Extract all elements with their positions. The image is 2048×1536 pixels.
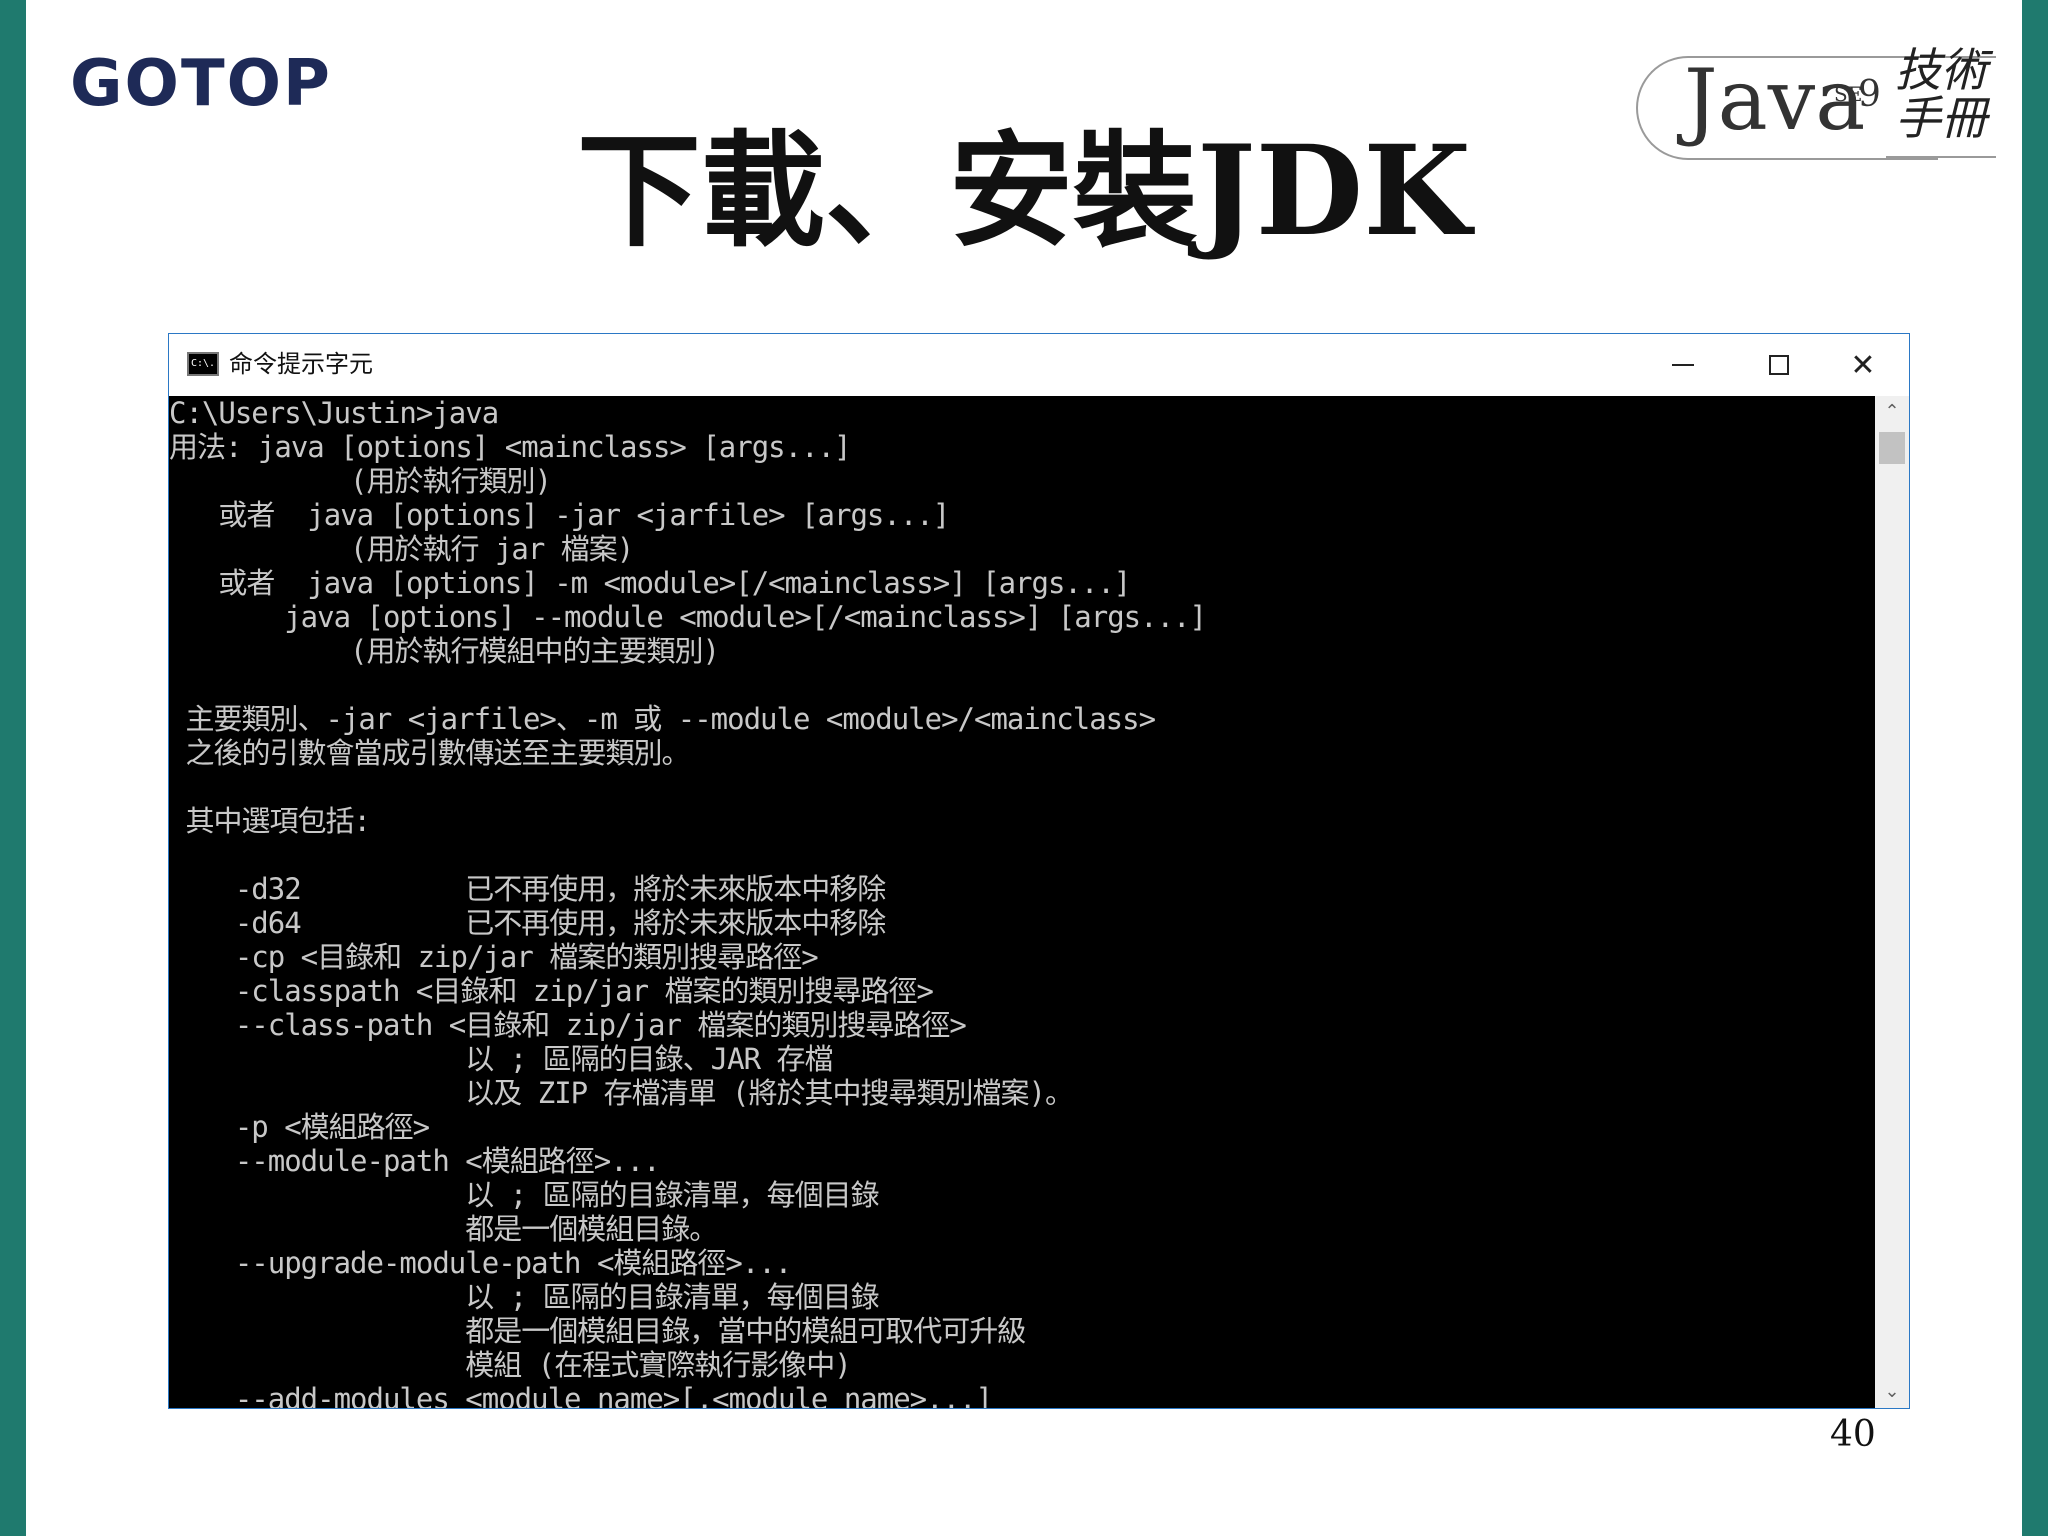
console-line: 用法: java [options] <mainclass> [args...] bbox=[169, 430, 851, 464]
console-line: --module-path <模組路徑>... bbox=[169, 1144, 661, 1178]
console-line: 都是一個模組目錄。 bbox=[169, 1212, 718, 1246]
console-line: 或者 java [options] -m <module>[/<mainclas… bbox=[169, 566, 1131, 600]
console-line: (用於執行類別) bbox=[169, 464, 552, 498]
console-line: --add-modules <module name>[,<module nam… bbox=[169, 1382, 993, 1408]
badge-brush-text: 技術手冊 bbox=[1895, 43, 1987, 145]
console-line: 模組 (在程式實際執行影像中) bbox=[169, 1348, 851, 1382]
console-line: -classpath <目錄和 zip/jar 檔案的類別搜尋路徑> bbox=[169, 974, 934, 1008]
scroll-down-icon[interactable]: ⌄ bbox=[1875, 1376, 1909, 1408]
vertical-scrollbar[interactable]: ⌃ ⌄ bbox=[1875, 396, 1909, 1408]
cmd-icon[interactable]: C:\. bbox=[187, 352, 219, 376]
console-line: 以 ; 區隔的目錄、JAR 存檔 bbox=[169, 1042, 833, 1076]
console-line: 以及 ZIP 存檔清單 (將於其中搜尋類別檔案)。 bbox=[169, 1076, 1074, 1110]
console-line: 主要類別、-jar <jarfile>、-m 或 --module <modul… bbox=[169, 702, 1156, 736]
console-line: 以 ; 區隔的目錄清單，每個目錄 bbox=[169, 1280, 879, 1314]
console-output[interactable]: C:\Users\Justin>java 用法: java [options] <… bbox=[169, 396, 1875, 1408]
window-titlebar[interactable]: C:\. 命令提示字元 ✕ bbox=[169, 334, 1909, 396]
minimize-icon bbox=[1672, 364, 1694, 366]
console-line: 之後的引數會當成引數傳送至主要類別。 bbox=[169, 736, 690, 770]
console-line: 或者 java [options] -jar <jarfile> [args..… bbox=[169, 498, 950, 532]
scroll-thumb[interactable] bbox=[1879, 432, 1905, 464]
window-title: 命令提示字元 bbox=[229, 350, 373, 378]
badge-version: 9 bbox=[1858, 74, 1881, 115]
gotop-logo: GOTOP bbox=[70, 47, 332, 121]
console-line: --class-path <目錄和 zip/jar 檔案的類別搜尋路徑> bbox=[169, 1008, 967, 1042]
console-line: java [options] --module <module>[/<mainc… bbox=[169, 600, 1207, 634]
minimize-button[interactable] bbox=[1635, 334, 1731, 396]
console-line: 以 ; 區隔的目錄清單，每個目錄 bbox=[169, 1178, 879, 1212]
close-button[interactable]: ✕ bbox=[1815, 334, 1911, 396]
slide-title: 下載、安裝JDK bbox=[577, 119, 1471, 264]
page-number: 40 bbox=[1830, 1414, 1876, 1455]
console-line: 都是一個模組目錄，當中的模組可取代可升級 bbox=[169, 1314, 1026, 1348]
console-line: C:\Users\Justin>java bbox=[169, 396, 499, 430]
console-line: -p <模組路徑> bbox=[169, 1110, 430, 1144]
close-icon: ✕ bbox=[1850, 347, 1876, 383]
scroll-up-icon[interactable]: ⌃ bbox=[1875, 396, 1909, 428]
maximize-button[interactable] bbox=[1731, 334, 1827, 396]
console-line: --upgrade-module-path <模組路徑>... bbox=[169, 1246, 792, 1280]
maximize-icon bbox=[1769, 355, 1789, 375]
console-line: (用於執行 jar 檔案) bbox=[169, 532, 634, 566]
console-line: -d32 已不再使用，將於未來版本中移除 bbox=[169, 872, 886, 906]
console-line: -cp <目錄和 zip/jar 檔案的類別搜尋路徑> bbox=[169, 940, 819, 974]
command-prompt-window[interactable]: C:\. 命令提示字元 ✕ C:\Users\Justin>java 用法: ja… bbox=[168, 333, 1910, 1409]
console-line: -d64 已不再使用，將於未來版本中移除 bbox=[169, 906, 886, 940]
console-line: 其中選項包括: bbox=[169, 804, 370, 838]
console-line: (用於執行模組中的主要類別) bbox=[169, 634, 720, 668]
